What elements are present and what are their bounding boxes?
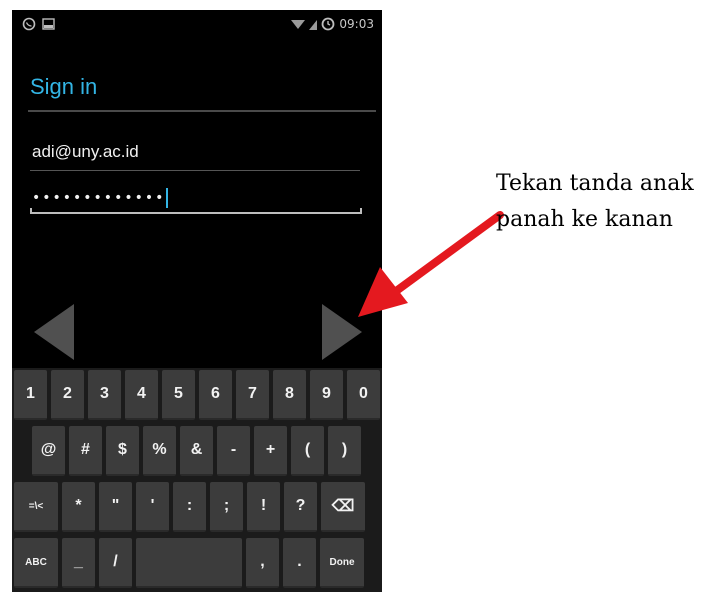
done-key[interactable]: Done (320, 538, 364, 588)
key-exclamation[interactable]: ! (247, 482, 280, 532)
key-single-quote[interactable]: ' (136, 482, 169, 532)
key-3[interactable]: 3 (88, 370, 121, 420)
key-ampersand[interactable]: & (180, 426, 213, 476)
backspace-key[interactable]: ⌫ (321, 482, 365, 532)
key-8[interactable]: 8 (273, 370, 306, 420)
keyboard-row-symbols: @ # $ % & - + ( ) (12, 426, 382, 476)
keyboard-row-punctuation: =\< * " ' : ; ! ? ⌫ (12, 482, 382, 532)
space-key[interactable] (136, 538, 242, 588)
phone-screen: 09:03 Sign in adi@uny.ac.id ••••••••••••… (12, 10, 382, 592)
key-asterisk[interactable]: * (62, 482, 95, 532)
keyboard-row-bottom: ABC _ / , . Done (12, 538, 382, 588)
wifi-icon (291, 20, 306, 29)
key-6[interactable]: 6 (199, 370, 232, 420)
key-at[interactable]: @ (32, 426, 65, 476)
key-abc[interactable]: ABC (14, 538, 58, 588)
key-7[interactable]: 7 (236, 370, 269, 420)
key-percent[interactable]: % (143, 426, 176, 476)
key-0[interactable]: 0 (347, 370, 380, 420)
email-field[interactable]: adi@uny.ac.id (32, 142, 362, 162)
key-comma[interactable]: , (246, 538, 279, 588)
password-field[interactable]: ••••••••••••• (32, 188, 362, 208)
keyboard-row-numbers: 1 2 3 4 5 6 7 8 9 0 (12, 370, 382, 420)
password-value: ••••••••••••• (32, 190, 166, 206)
clock-icon (322, 17, 335, 31)
password-underline (30, 208, 362, 214)
clock-time: 09:03 (339, 17, 374, 31)
key-double-quote[interactable]: " (99, 482, 132, 532)
whatsapp-icon (22, 17, 36, 31)
on-screen-keyboard: 1 2 3 4 5 6 7 8 9 0 @ # $ % & - + ( ) =\… (12, 368, 382, 592)
key-9[interactable]: 9 (310, 370, 343, 420)
key-more-symbols[interactable]: =\< (14, 482, 58, 532)
status-bar: 09:03 (12, 10, 382, 42)
key-minus[interactable]: - (217, 426, 250, 476)
key-4[interactable]: 4 (125, 370, 158, 420)
key-period[interactable]: . (283, 538, 316, 588)
image-icon (42, 18, 55, 30)
instruction-annotation: Tekan tanda anak panah ke kanan (496, 171, 694, 232)
signin-title: Sign in (30, 74, 98, 99)
title-divider (28, 110, 376, 112)
key-colon[interactable]: : (173, 482, 206, 532)
key-semicolon[interactable]: ; (210, 482, 243, 532)
red-arrow-icon (358, 211, 504, 317)
key-plus[interactable]: + (254, 426, 287, 476)
key-open-paren[interactable]: ( (291, 426, 324, 476)
key-question[interactable]: ? (284, 482, 317, 532)
key-5[interactable]: 5 (162, 370, 195, 420)
key-dollar[interactable]: $ (106, 426, 139, 476)
key-hash[interactable]: # (69, 426, 102, 476)
back-arrow-button[interactable] (34, 304, 74, 360)
key-underscore[interactable]: _ (62, 538, 95, 588)
text-cursor (166, 188, 169, 208)
key-slash[interactable]: / (99, 538, 132, 588)
key-1[interactable]: 1 (14, 370, 47, 420)
signal-icon (309, 20, 318, 30)
key-2[interactable]: 2 (51, 370, 84, 420)
key-close-paren[interactable]: ) (328, 426, 361, 476)
email-underline (30, 170, 360, 171)
